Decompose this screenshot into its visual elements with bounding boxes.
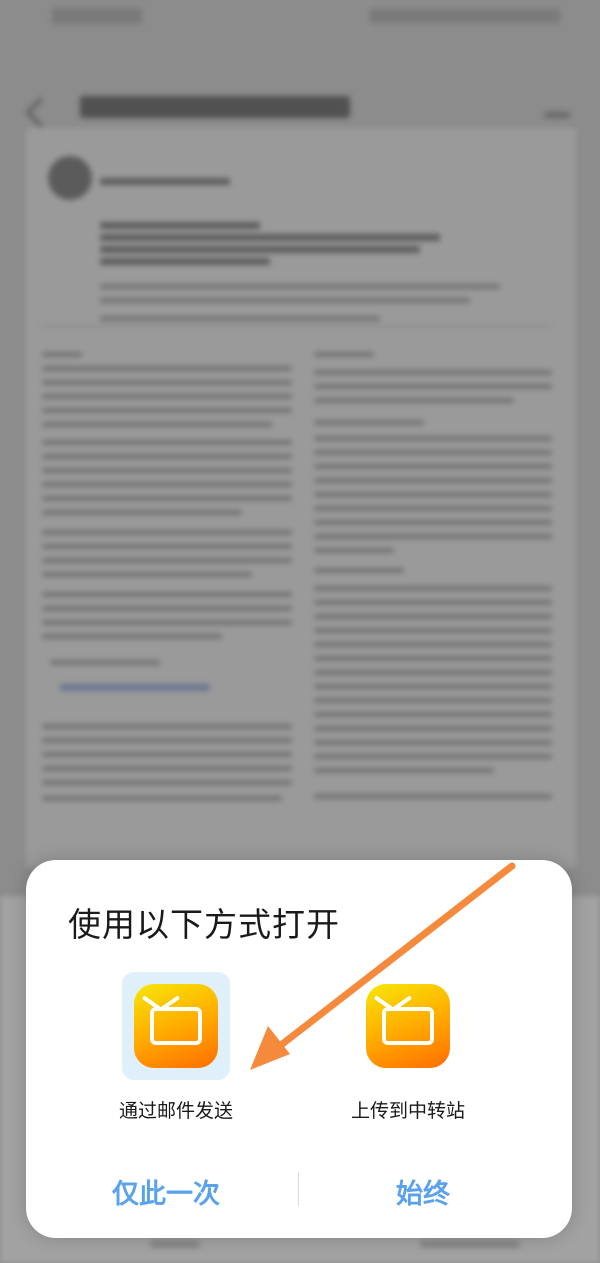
option-icon-container	[354, 972, 462, 1080]
option-send-via-email[interactable]: 通过邮件发送	[82, 972, 282, 1122]
option-selected-highlight	[122, 972, 230, 1080]
just-once-button[interactable]: 仅此一次	[112, 1172, 220, 1211]
dialog-footer: 仅此一次 始终	[26, 1160, 572, 1220]
option-upload-to-transfer-station[interactable]: 上传到中转站	[351, 972, 554, 1122]
dialog-title: 使用以下方式打开	[68, 905, 340, 944]
option-label: 通过邮件发送	[118, 1100, 233, 1122]
footer-divider	[298, 1172, 299, 1206]
qq-mail-icon	[366, 984, 450, 1068]
always-button[interactable]: 始终	[396, 1172, 450, 1211]
option-label: 上传到中转站	[350, 1100, 465, 1122]
qq-mail-icon	[134, 984, 218, 1068]
open-with-dialog: 使用以下方式打开 通过邮件发送 上传到中转站 仅此一次 始终	[26, 860, 572, 1238]
